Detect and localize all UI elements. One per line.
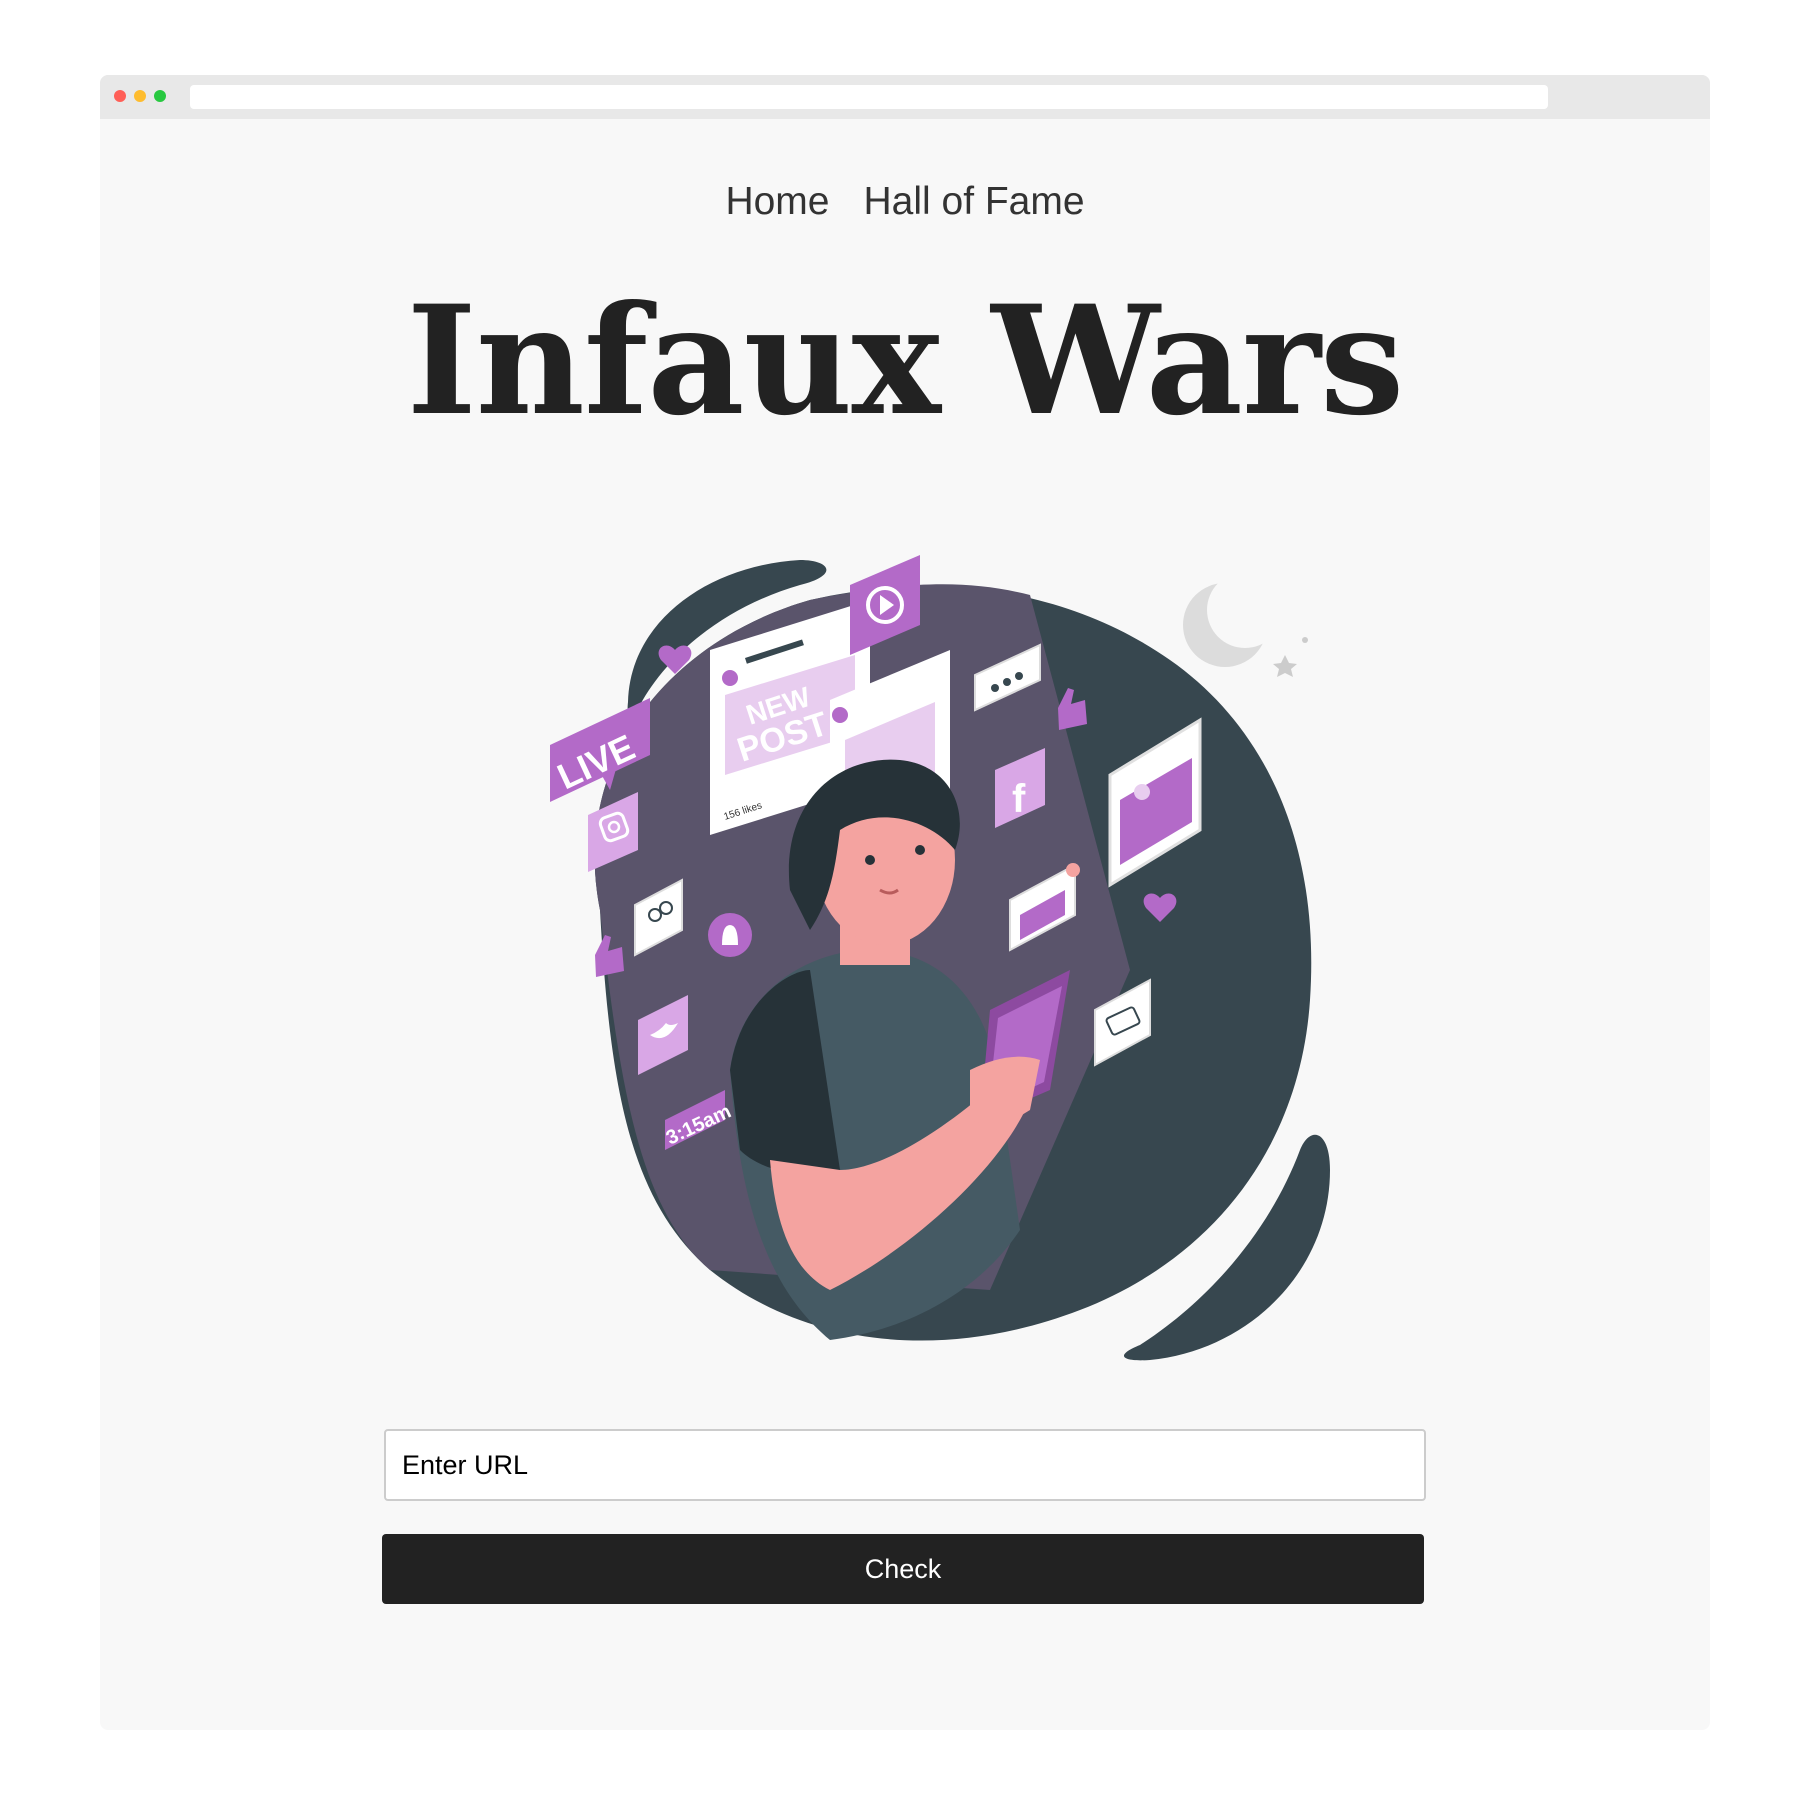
browser-window: Home Hall of Fame Infaux Wars NEW POST 1… — [100, 75, 1710, 1730]
address-bar[interactable] — [190, 85, 1548, 109]
check-button[interactable]: Check — [382, 1534, 1424, 1604]
browser-titlebar — [100, 75, 1710, 119]
close-window-dot[interactable] — [114, 90, 126, 102]
social-media-illustration: NEW POST 156 likes LIVE f 3:15am — [550, 555, 1330, 1361]
page-title: Infaux Wars — [406, 273, 1405, 449]
url-input[interactable] — [384, 1429, 1426, 1501]
nav-hall-of-fame-link[interactable]: Hall of Fame — [863, 180, 1084, 224]
top-nav: Home Hall of Fame — [100, 180, 1710, 224]
maximize-window-dot[interactable] — [154, 90, 166, 102]
minimize-window-dot[interactable] — [134, 90, 146, 102]
star-icon — [1273, 655, 1297, 677]
nav-home-link[interactable]: Home — [725, 180, 829, 224]
facebook-letter: f — [1012, 777, 1026, 821]
bell-icon — [708, 913, 752, 957]
